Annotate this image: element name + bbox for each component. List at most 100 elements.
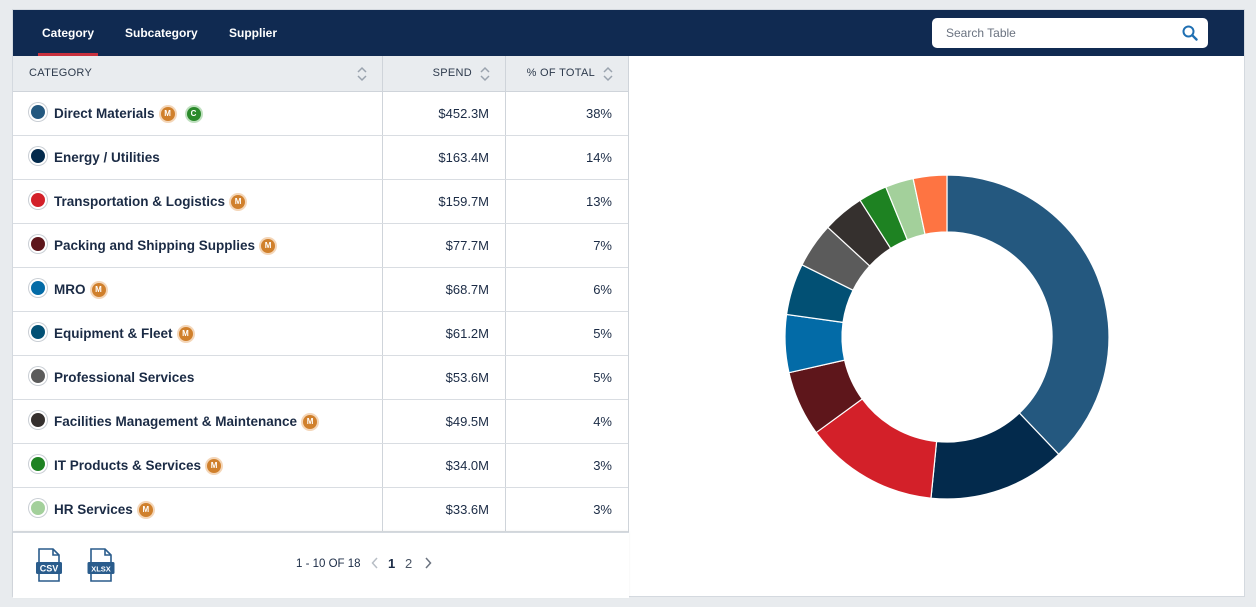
category-color-dot	[31, 457, 45, 471]
category-color-dot	[31, 501, 45, 515]
category-cell: Professional Services	[54, 356, 194, 399]
category-color-dot	[31, 149, 45, 163]
tab-category-label: Category	[42, 26, 95, 40]
category-cell: Energy / Utilities	[54, 136, 160, 179]
column-header-spend[interactable]: SPEND	[382, 56, 505, 91]
column-header-category-label: CATEGORY	[29, 67, 93, 79]
spend-cell: $452.3M	[438, 106, 489, 121]
column-header-pct[interactable]: % OF TOTAL	[505, 56, 628, 91]
search-box	[932, 18, 1208, 48]
spend-cell: $34.0M	[445, 458, 489, 473]
category-color-dot	[31, 369, 45, 383]
table-footer: CSV XLSX 1 - 10 OF 18 1 2	[13, 532, 629, 598]
sort-icon[interactable]	[480, 66, 490, 82]
donut-chart-svg	[784, 174, 1110, 500]
m-badge: M	[138, 503, 153, 517]
spend-cell: $68.7M	[445, 282, 489, 297]
search-input[interactable]	[946, 18, 1166, 48]
tab-subcategory[interactable]: Subcategory	[125, 10, 198, 56]
category-name: Facilities Management & Maintenance	[54, 414, 298, 429]
xlsx-label: XLSX	[91, 565, 111, 574]
percent-cell: 6%	[593, 282, 612, 297]
xlsx-download-icon[interactable]: XLSX	[87, 548, 115, 582]
percent-cell: 5%	[593, 326, 612, 341]
category-name: Direct Materials	[54, 106, 155, 121]
m-badge: M	[261, 239, 276, 253]
chevron-right-icon[interactable]	[424, 557, 432, 569]
table-row[interactable]: Packing and Shipping Supplies M $77.7M 7%	[13, 224, 628, 268]
chevron-left-icon[interactable]	[371, 557, 379, 569]
category-name: HR Services	[54, 502, 133, 517]
search-icon[interactable]	[1182, 25, 1198, 41]
percent-cell: 13%	[585, 194, 612, 209]
column-header-spend-label: SPEND	[432, 67, 472, 79]
table-row[interactable]: Direct Materials M C $452.3M 38%	[13, 92, 628, 136]
m-badge: M	[207, 459, 222, 473]
percent-cell: 7%	[593, 238, 612, 253]
table-row[interactable]: HR Services M $33.6M 3%	[13, 488, 628, 532]
column-header-pct-label: % OF TOTAL	[526, 67, 595, 79]
table-row[interactable]: Transportation & Logistics M $159.7M 13%	[13, 180, 628, 224]
percent-cell: 38%	[585, 106, 612, 121]
m-badge: M	[160, 107, 175, 121]
csv-label: CSV	[40, 564, 59, 574]
spend-cell: $33.6M	[445, 502, 489, 517]
category-cell: IT Products & Services M	[54, 444, 222, 487]
percent-cell: 14%	[585, 150, 612, 165]
category-name: Professional Services	[54, 370, 195, 385]
category-color-dot	[31, 105, 45, 119]
category-name: IT Products & Services	[54, 458, 202, 473]
m-badge: M	[303, 415, 318, 429]
table-row[interactable]: Professional Services $53.6M 5%	[13, 356, 628, 400]
tab-supplier-label: Supplier	[229, 26, 278, 40]
category-name: MRO	[54, 282, 86, 297]
tab-subcategory-label: Subcategory	[125, 26, 198, 40]
table-header: CATEGORY SPEND % OF TOTAL	[13, 56, 628, 92]
category-cell: MRO M	[54, 268, 106, 311]
category-table: CATEGORY SPEND % OF TOTAL Direct Materia…	[13, 56, 629, 532]
top-nav-bar: Category Subcategory Supplier	[13, 10, 1244, 56]
category-name: Packing and Shipping Supplies	[54, 238, 256, 253]
percent-cell: 3%	[593, 458, 612, 473]
spend-cell: $61.2M	[445, 326, 489, 341]
table-row[interactable]: Energy / Utilities $163.4M 14%	[13, 136, 628, 180]
category-color-dot	[31, 281, 45, 295]
column-header-category[interactable]: CATEGORY	[29, 56, 367, 91]
category-cell: Direct Materials M C	[54, 92, 201, 135]
table-row[interactable]: IT Products & Services M $34.0M 3%	[13, 444, 628, 488]
table-row[interactable]: Facilities Management & Maintenance M $49.…	[13, 400, 628, 444]
sort-icon[interactable]	[357, 66, 367, 82]
percent-cell: 4%	[593, 414, 612, 429]
spend-cell: $53.6M	[445, 370, 489, 385]
c-badge: C	[186, 107, 201, 121]
category-name: Energy / Utilities	[54, 150, 160, 165]
percent-cell: 5%	[593, 370, 612, 385]
page-1-button[interactable]: 1	[388, 556, 395, 571]
donut-slice[interactable]	[946, 174, 1110, 456]
page-2-button[interactable]: 2	[405, 556, 412, 571]
category-cell: Packing and Shipping Supplies M	[54, 224, 276, 267]
category-name: Equipment & Fleet	[54, 326, 173, 341]
sort-icon[interactable]	[603, 66, 613, 82]
table-row[interactable]: MRO M $68.7M 6%	[13, 268, 628, 312]
category-donut-chart	[629, 56, 1245, 597]
spend-cell: $163.4M	[438, 150, 489, 165]
category-color-dot	[31, 237, 45, 251]
m-badge: M	[231, 195, 246, 209]
spend-card: Category Subcategory Supplier CATEGORY	[12, 9, 1245, 598]
category-cell: HR Services M	[54, 488, 153, 531]
csv-download-icon[interactable]: CSV	[35, 548, 63, 582]
pagination-range: 1 - 10 OF 18	[296, 558, 361, 570]
spend-cell: $77.7M	[445, 238, 489, 253]
table-row[interactable]: Equipment & Fleet M $61.2M 5%	[13, 312, 628, 356]
m-badge: M	[91, 283, 106, 297]
category-color-dot	[31, 193, 45, 207]
category-cell: Equipment & Fleet M	[54, 312, 193, 355]
m-badge: M	[178, 327, 193, 341]
tab-category[interactable]: Category	[38, 10, 99, 56]
tab-supplier[interactable]: Supplier	[229, 10, 277, 56]
category-cell: Transportation & Logistics M	[54, 180, 246, 223]
category-color-dot	[31, 413, 45, 427]
category-cell: Facilities Management & Maintenance M	[54, 400, 318, 443]
category-color-dot	[31, 325, 45, 339]
